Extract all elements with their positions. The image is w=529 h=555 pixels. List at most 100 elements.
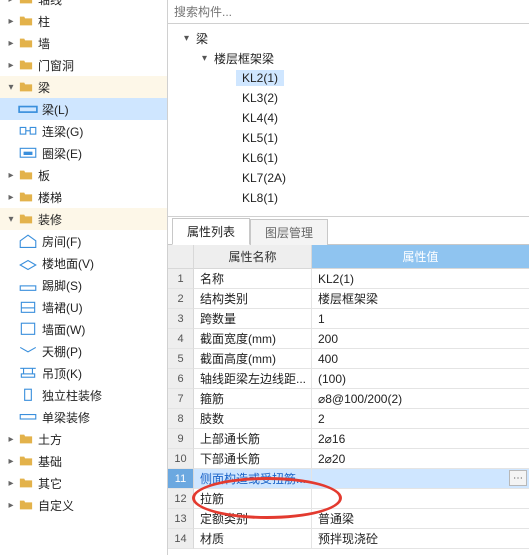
tree-node-root[interactable]: ▾ 梁 <box>168 28 529 48</box>
col-finish-icon <box>18 386 38 404</box>
tab-layers[interactable]: 图层管理 <box>250 219 328 245</box>
chevron-right-icon: ▸ <box>4 38 18 49</box>
ring-beam-icon <box>18 144 38 162</box>
component-tree: ▾ 梁 ▾ 楼层框架梁 KL2(1) KL3(2) KL4(4) KL5(1) … <box>168 24 529 217</box>
sidebar-cat-other[interactable]: ▸ 其它 <box>0 472 167 494</box>
property-value[interactable]: 1 <box>312 309 529 329</box>
sidebar-item-label: 房间(F) <box>42 233 81 250</box>
sidebar-cat-column[interactable]: ▸ 柱 <box>0 10 167 32</box>
property-value[interactable]: 普通梁 <box>312 509 529 529</box>
tree-item[interactable]: KL3(2) <box>168 88 529 108</box>
grid-row[interactable]: 8肢数2 <box>168 409 529 429</box>
row-number: 10 <box>168 449 194 469</box>
row-number: 6 <box>168 369 194 389</box>
tree-node-group[interactable]: ▾ 楼层框架梁 <box>168 48 529 68</box>
property-tabs: 属性列表 图层管理 <box>168 219 529 245</box>
property-value[interactable] <box>312 489 529 509</box>
sidebar-cat-label: 土方 <box>38 431 62 448</box>
grid-row[interactable]: 5截面高度(mm)400 <box>168 349 529 369</box>
sidebar-item-link-beam[interactable]: 连梁(G) <box>0 120 167 142</box>
grid-row[interactable]: 1名称KL2(1) <box>168 269 529 289</box>
property-value[interactable]: 2⌀16 <box>312 429 529 449</box>
sidebar-cat-earth[interactable]: ▸ 土方 <box>0 428 167 450</box>
sidebar-item-floor[interactable]: 楼地面(V) <box>0 252 167 274</box>
sidebar-item-ring-beam[interactable]: 圈梁(E) <box>0 142 167 164</box>
property-value[interactable]: KL2(1) <box>312 269 529 289</box>
sidebar-cat-stair[interactable]: ▸ 楼梯 <box>0 186 167 208</box>
property-name: 定额类别 <box>194 509 312 529</box>
row-number: 8 <box>168 409 194 429</box>
folder-icon <box>18 35 34 51</box>
sidebar-cat-slab[interactable]: ▸ 板 <box>0 164 167 186</box>
property-value[interactable]: ⌀8@100/200(2) <box>312 389 529 409</box>
property-value[interactable]: 200 <box>312 329 529 349</box>
sidebar-item-wallface[interactable]: 墙面(W) <box>0 318 167 340</box>
grid-row[interactable]: 7箍筋⌀8@100/200(2) <box>168 389 529 409</box>
sidebar-cat-finish[interactable]: ▾ 装修 <box>0 208 167 230</box>
property-value[interactable]: ⋯ <box>312 469 529 489</box>
property-value[interactable]: 2 <box>312 409 529 429</box>
chevron-down-icon: ▾ <box>4 214 18 225</box>
property-name: 截面宽度(mm) <box>194 329 312 349</box>
search-input[interactable] <box>168 0 529 23</box>
sidebar-item-susp-ceiling[interactable]: 吊顶(K) <box>0 362 167 384</box>
property-value[interactable]: 400 <box>312 349 529 369</box>
property-value[interactable]: 预拌现浇砼 <box>312 529 529 549</box>
folder-icon <box>18 13 34 29</box>
grid-row[interactable]: 3跨数量1 <box>168 309 529 329</box>
tab-properties[interactable]: 属性列表 <box>172 218 250 245</box>
property-value[interactable]: 2⌀20 <box>312 449 529 469</box>
link-beam-icon <box>18 122 38 140</box>
property-name: 跨数量 <box>194 309 312 329</box>
sidebar-item-skirting[interactable]: 踢脚(S) <box>0 274 167 296</box>
sidebar-item-label: 梁(L) <box>42 101 69 118</box>
grid-row[interactable]: 11侧面构造或受扭筋...⋯ <box>168 469 529 489</box>
grid-row[interactable]: 14材质预拌现浇砼 <box>168 529 529 549</box>
grid-row[interactable]: 2结构类别楼层框架梁 <box>168 289 529 309</box>
tree-label: KL3(2) <box>236 90 284 106</box>
tree-item[interactable]: KL2(1) <box>168 68 529 88</box>
sidebar-cat-axis[interactable]: ▸ 轴线 <box>0 0 167 10</box>
sidebar-cat-wall[interactable]: ▸ 墙 <box>0 32 167 54</box>
row-number: 9 <box>168 429 194 449</box>
sidebar-item-col-finish[interactable]: 独立柱装修 <box>0 384 167 406</box>
tree-label: KL7(2A) <box>236 170 292 186</box>
row-number: 13 <box>168 509 194 529</box>
tree-item[interactable]: KL4(4) <box>168 108 529 128</box>
property-name: 名称 <box>194 269 312 289</box>
tree-item[interactable]: KL6(1) <box>168 148 529 168</box>
sidebar-item-label: 踢脚(S) <box>42 277 82 294</box>
grid-row[interactable]: 4截面宽度(mm)200 <box>168 329 529 349</box>
chevron-right-icon: ▸ <box>4 434 18 445</box>
sidebar-cat-opening[interactable]: ▸ 门窗洞 <box>0 54 167 76</box>
sidebar-cat-beam[interactable]: ▾ 梁 <box>0 76 167 98</box>
grid-head-value[interactable]: 属性值 <box>312 245 529 269</box>
grid-row[interactable]: 6轴线距梁左边线距...(100) <box>168 369 529 389</box>
tree-item[interactable]: KL8(1) <box>168 188 529 208</box>
more-button[interactable]: ⋯ <box>509 470 527 486</box>
grid-row[interactable]: 12拉筋 <box>168 489 529 509</box>
grid-row[interactable]: 13定额类别普通梁 <box>168 509 529 529</box>
sidebar-item-beam-l[interactable]: 梁(L) <box>0 98 167 120</box>
folder-icon <box>18 475 34 491</box>
sidebar-item-label: 楼地面(V) <box>42 255 94 272</box>
grid-head-name[interactable]: 属性名称 <box>194 245 312 269</box>
grid-row[interactable]: 9上部通长筋2⌀16 <box>168 429 529 449</box>
sidebar-item-label: 独立柱装修 <box>42 387 102 404</box>
property-value[interactable]: (100) <box>312 369 529 389</box>
sidebar-item-label: 连梁(G) <box>42 123 83 140</box>
chevron-right-icon: ▸ <box>4 192 18 203</box>
property-value[interactable]: 楼层框架梁 <box>312 289 529 309</box>
sidebar-cat-custom[interactable]: ▸ 自定义 <box>0 494 167 516</box>
wainscot-icon <box>18 298 38 316</box>
tree-item[interactable]: KL7(2A) <box>168 168 529 188</box>
tree-item[interactable]: KL5(1) <box>168 128 529 148</box>
property-name: 轴线距梁左边线距... <box>194 369 312 389</box>
sidebar-item-wainscot[interactable]: 墙裙(U) <box>0 296 167 318</box>
sidebar-item-beam-finish[interactable]: 单梁装修 <box>0 406 167 428</box>
sidebar-item-room[interactable]: 房间(F) <box>0 230 167 252</box>
sidebar-cat-foundation[interactable]: ▸ 基础 <box>0 450 167 472</box>
grid-row[interactable]: 10下部通长筋2⌀20 <box>168 449 529 469</box>
sidebar-item-ceiling[interactable]: 天棚(P) <box>0 340 167 362</box>
chevron-right-icon: ▸ <box>4 0 18 5</box>
